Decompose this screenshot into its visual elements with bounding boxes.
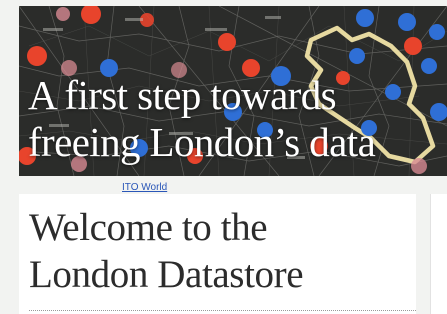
data-point: [421, 58, 437, 74]
data-point: [429, 24, 445, 40]
place-label: [125, 18, 143, 21]
page-title-line-2: London Datastore: [29, 253, 304, 296]
data-point: [356, 9, 374, 27]
banner-headline-line-2: freeing London’s data: [28, 119, 376, 165]
data-point: [398, 13, 416, 31]
image-credit-link[interactable]: ITO World: [122, 182, 167, 193]
data-point: [404, 37, 422, 55]
place-label: [205, 28, 227, 31]
data-point: [56, 7, 70, 21]
banner-headline-line-1: A first step towards: [28, 72, 337, 118]
data-point: [385, 84, 401, 100]
hero-banner[interactable]: A first step towards freeing London’s da…: [19, 6, 447, 176]
place-label: [265, 16, 281, 19]
data-point: [411, 158, 427, 174]
data-point: [349, 48, 365, 64]
page-title-line-1: Welcome to the: [29, 206, 268, 249]
page-title: Welcome to the London Datastore: [29, 204, 304, 298]
sidebar-panel: [430, 194, 447, 314]
dotted-divider: [29, 310, 416, 311]
data-point: [218, 33, 236, 51]
main-content-panel: Welcome to the London Datastore: [19, 194, 416, 314]
place-label: [43, 28, 63, 31]
banner-headline: A first step towards freeing London’s da…: [28, 72, 376, 166]
data-point: [27, 46, 47, 66]
